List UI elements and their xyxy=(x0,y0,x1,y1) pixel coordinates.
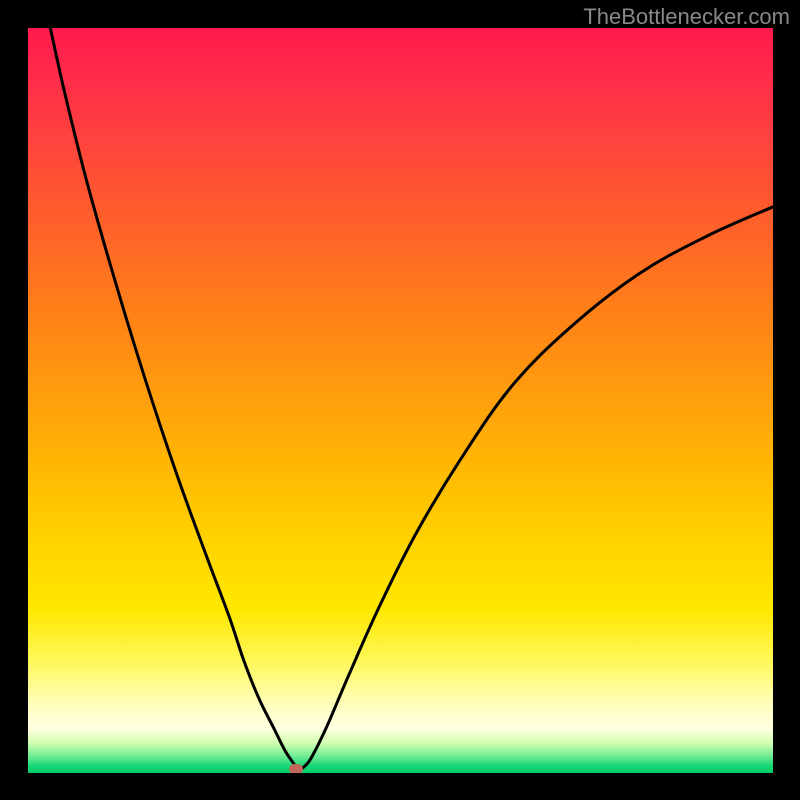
attribution-text: TheBottlenecker.com xyxy=(583,4,790,30)
bottleneck-curve-line xyxy=(50,28,773,769)
chart-plot-area xyxy=(28,28,773,773)
chart-curve-svg xyxy=(28,28,773,773)
chart-marker-dot xyxy=(289,764,303,773)
